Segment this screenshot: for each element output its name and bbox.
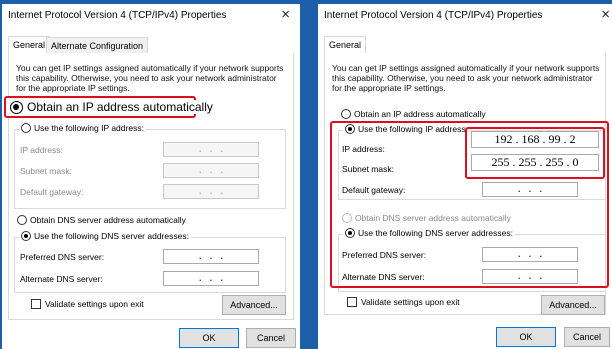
use-following-dns-option[interactable]: Use the following DNS server addresses:: [19, 231, 191, 241]
preferred-dns-input[interactable]: . . .: [163, 249, 259, 264]
ip-address-input[interactable]: 192 . 168 . 99 . 2: [471, 131, 599, 148]
obtain-dns-auto-label: Obtain DNS server address automatically: [30, 215, 186, 225]
validate-settings-label: Validate settings upon exit: [45, 299, 144, 309]
use-following-ip-option[interactable]: Use the following IP address:: [19, 123, 146, 133]
tab-bar: General: [324, 36, 606, 55]
dns-server-group: Use the following DNS server addresses: …: [14, 231, 286, 293]
radio-obtain-ip-auto[interactable]: [10, 100, 23, 114]
ip-address-label: IP address:: [20, 145, 63, 155]
preferred-dns-label: Preferred DNS server:: [20, 252, 105, 262]
validate-settings-label: Validate settings upon exit: [361, 297, 460, 307]
general-panel: You can get IP settings assigned automat…: [8, 53, 294, 320]
alternate-dns-input[interactable]: . . .: [163, 271, 259, 286]
subnet-mask-label: Subnet mask:: [20, 166, 72, 176]
cancel-button[interactable]: Cancel: [564, 327, 610, 347]
radio-obtain-ip-auto[interactable]: [341, 109, 351, 119]
advanced-button[interactable]: Advanced...: [541, 295, 605, 315]
validate-settings-option[interactable]: Validate settings upon exit: [31, 299, 144, 309]
ip-address-input[interactable]: . . .: [163, 142, 259, 157]
intro-text: You can get IP settings assigned automat…: [332, 63, 600, 93]
intro-text: You can get IP settings assigned automat…: [16, 63, 284, 93]
dialog-title: Internet Protocol Version 4 (TCP/IPv4) P…: [324, 10, 543, 21]
validate-settings-checkbox[interactable]: [31, 299, 41, 309]
close-icon[interactable]: ×: [601, 7, 610, 22]
obtain-ip-auto-label: Obtain an IP address automatically: [27, 100, 213, 114]
use-following-ip-label: Use the following IP address:: [34, 123, 144, 133]
radio-obtain-dns-auto[interactable]: [17, 215, 27, 225]
ipv4-properties-dialog-right: Internet Protocol Version 4 (TCP/IPv4) P…: [318, 4, 612, 349]
obtain-ip-auto-label: Obtain an IP address automatically: [354, 109, 486, 119]
tab-bar: General Alternate Configuration: [8, 36, 294, 55]
advanced-button[interactable]: Advanced...: [222, 295, 286, 315]
ok-button[interactable]: OK: [179, 328, 239, 348]
radio-use-following-ip[interactable]: [21, 123, 31, 133]
ip-address-group: Use the following IP address: IP address…: [14, 123, 286, 209]
obtain-ip-auto-option[interactable]: Obtain an IP address automatically: [341, 109, 486, 119]
validate-settings-checkbox[interactable]: [347, 297, 357, 307]
close-icon[interactable]: ×: [281, 7, 290, 22]
title-bar: Internet Protocol Version 4 (TCP/IPv4) P…: [318, 4, 612, 30]
validate-settings-option[interactable]: Validate settings upon exit: [347, 297, 460, 307]
subnet-mask-input[interactable]: 255 . 255 . 255 . 0: [471, 154, 599, 171]
dialog-title: Internet Protocol Version 4 (TCP/IPv4) P…: [8, 10, 227, 21]
subnet-mask-input[interactable]: . . .: [163, 163, 259, 178]
default-gateway-label: Default gateway:: [20, 187, 84, 197]
cancel-button[interactable]: Cancel: [246, 328, 296, 348]
ipv4-properties-dialog-left: Internet Protocol Version 4 (TCP/IPv4) P…: [2, 4, 300, 349]
title-bar: Internet Protocol Version 4 (TCP/IPv4) P…: [2, 4, 300, 30]
default-gateway-input[interactable]: . . .: [163, 184, 259, 199]
alternate-dns-label: Alternate DNS server:: [20, 274, 103, 284]
use-following-dns-label: Use the following DNS server addresses:: [34, 231, 189, 241]
obtain-dns-auto-option[interactable]: Obtain DNS server address automatically: [17, 215, 186, 225]
ok-button[interactable]: OK: [496, 327, 556, 347]
radio-use-following-dns[interactable]: [21, 231, 31, 241]
tab-alternate-configuration[interactable]: Alternate Configuration: [46, 37, 149, 54]
obtain-ip-auto-option[interactable]: Obtain an IP address automatically: [7, 100, 219, 114]
